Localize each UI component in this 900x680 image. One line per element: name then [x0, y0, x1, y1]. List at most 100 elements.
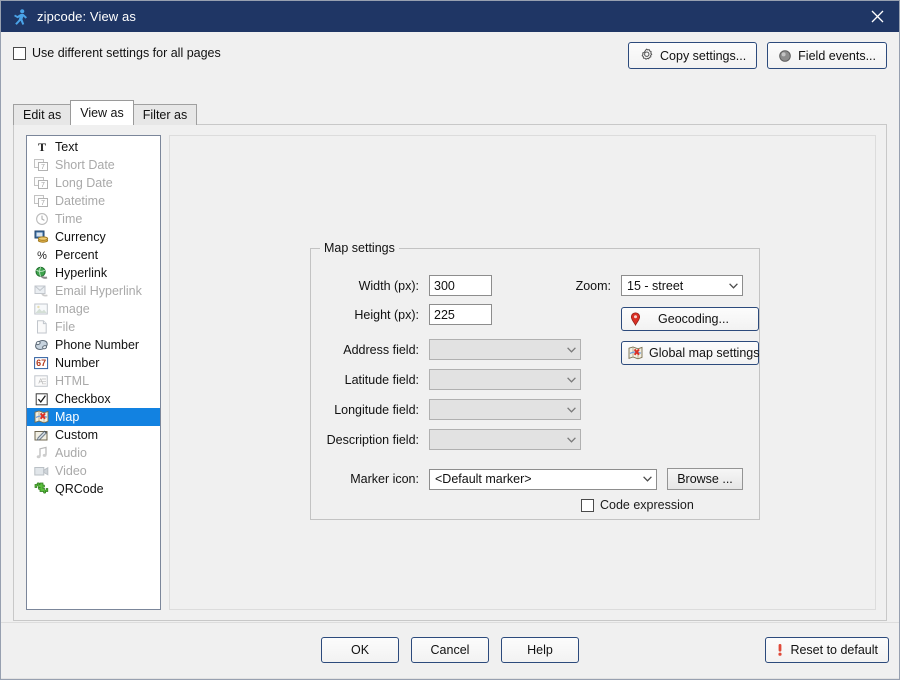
list-item-currency[interactable]: Currency [27, 228, 160, 246]
tab-filter-as[interactable]: Filter as [132, 104, 198, 125]
list-item-label: Map [55, 410, 80, 424]
text-icon: T [33, 139, 50, 155]
code-expression-checkbox[interactable] [581, 498, 594, 512]
reset-to-default-label: Reset to default [790, 643, 878, 657]
list-item-label: HTML [55, 374, 90, 388]
browse-button[interactable]: Browse ... [667, 468, 743, 490]
list-item-hyperlink[interactable]: Hyperlink [27, 264, 160, 282]
close-button[interactable] [855, 1, 899, 32]
address-field-combo[interactable] [429, 339, 581, 360]
exclamation-icon [776, 643, 784, 657]
list-item-phone-number[interactable]: Phone Number [27, 336, 160, 354]
list-item-label: Text [55, 140, 78, 154]
list-item-label: Hyperlink [55, 266, 108, 280]
file-icon [33, 319, 50, 335]
qrcode-icon [33, 481, 50, 497]
zoom-combo[interactable]: 15 - street [621, 275, 743, 296]
list-item-label: Long Date [55, 176, 113, 190]
description-field-label: Description field: [326, 432, 419, 447]
latitude-field-row: Latitude field: [321, 369, 581, 390]
chevron-down-icon [638, 476, 656, 482]
svg-text:67: 67 [36, 358, 46, 368]
globe-icon [33, 265, 50, 281]
field-events-button[interactable]: Field events... [767, 42, 887, 69]
use-different-settings-label: Use different settings for all pages [32, 46, 221, 60]
view-as-panel: T Text 7 Short Date 7 Long Date 7 Dateti… [13, 124, 887, 621]
date-icon: 7 [33, 157, 50, 173]
copy-settings-button[interactable]: Copy settings... [628, 42, 758, 69]
list-item-percent[interactable]: % Percent [27, 246, 160, 264]
marker-icon-combo[interactable]: <Default marker> [429, 468, 657, 490]
marker-icon-row: Marker icon: <Default marker> Browse ... [321, 468, 743, 490]
description-field-row: Description field: [321, 429, 581, 450]
list-item-email-hyperlink[interactable]: Email Hyperlink [27, 282, 160, 300]
height-row: Height (px): [321, 304, 492, 325]
help-button[interactable]: Help [501, 637, 579, 663]
list-item-html[interactable]: A HTML [27, 372, 160, 390]
list-item-label: Video [55, 464, 87, 478]
latitude-field-combo[interactable] [429, 369, 581, 390]
description-field-combo[interactable] [429, 429, 581, 450]
list-item-checkbox[interactable]: Checkbox [27, 390, 160, 408]
window-title: zipcode: View as [37, 9, 136, 24]
svg-text:7: 7 [41, 164, 45, 171]
event-sphere-icon [778, 49, 792, 63]
list-item-long-date[interactable]: 7 Long Date [27, 174, 160, 192]
code-expression-row[interactable]: Code expression [581, 498, 694, 512]
chevron-down-icon [562, 346, 580, 353]
list-item-datetime[interactable]: 7 Datetime [27, 192, 160, 210]
geocoding-button[interactable]: Geocoding... [621, 307, 759, 331]
image-icon [33, 301, 50, 317]
svg-text:T: T [37, 140, 45, 154]
list-item-label: Image [55, 302, 90, 316]
svg-text:%: % [37, 250, 47, 262]
list-item-map[interactable]: Map [27, 408, 160, 426]
runner-icon [14, 8, 27, 25]
dialog-content: Use different settings for all pages Cop… [1, 32, 899, 679]
reset-to-default-button[interactable]: Reset to default [765, 637, 889, 663]
list-item-time[interactable]: Time [27, 210, 160, 228]
tab-bar: Edit as View as Filter as [13, 100, 198, 125]
list-item-qrcode[interactable]: QRCode [27, 480, 160, 498]
tab-view-as[interactable]: View as [70, 100, 134, 125]
phone-icon [33, 337, 50, 353]
global-map-settings-button[interactable]: Global map settings [621, 341, 759, 365]
list-item-video[interactable]: Video [27, 462, 160, 480]
height-input[interactable] [429, 304, 492, 325]
list-item-label: Short Date [55, 158, 115, 172]
list-item-label: Time [55, 212, 83, 226]
latitude-field-label: Latitude field: [344, 372, 419, 387]
list-item-custom[interactable]: Custom [27, 426, 160, 444]
html-icon: A [33, 373, 50, 389]
chevron-down-icon [562, 406, 580, 413]
list-item-short-date[interactable]: 7 Short Date [27, 156, 160, 174]
chevron-down-icon [562, 376, 580, 383]
chevron-down-icon [562, 436, 580, 443]
list-item-image[interactable]: Image [27, 300, 160, 318]
width-input[interactable] [429, 275, 492, 296]
longitude-field-combo[interactable] [429, 399, 581, 420]
footer-divider [1, 678, 899, 679]
display-type-list[interactable]: T Text 7 Short Date 7 Long Date 7 Dateti… [26, 135, 161, 610]
list-item-text[interactable]: T Text [27, 138, 160, 156]
list-item-label: Percent [55, 248, 99, 262]
chevron-down-icon [724, 282, 742, 289]
marker-icon-value: <Default marker> [435, 472, 532, 486]
marker-icon-label: Marker icon: [350, 472, 419, 486]
use-different-settings-checkbox[interactable] [13, 46, 26, 60]
video-icon [33, 463, 50, 479]
list-item-audio[interactable]: Audio [27, 444, 160, 462]
use-different-settings-row[interactable]: Use different settings for all pages [13, 46, 221, 60]
svg-text:7: 7 [41, 200, 45, 207]
email-icon [33, 283, 50, 299]
list-item-label: Audio [55, 446, 87, 460]
list-item-number[interactable]: 67 Number [27, 354, 160, 372]
tab-edit-as[interactable]: Edit as [13, 104, 72, 125]
ok-button[interactable]: OK [321, 637, 399, 663]
top-button-group: Copy settings... Field events... [628, 42, 887, 69]
list-item-file[interactable]: File [27, 318, 160, 336]
cancel-button[interactable]: Cancel [411, 637, 489, 663]
map-icon [33, 409, 50, 425]
width-row: Width (px): [321, 275, 492, 296]
address-field-row: Address field: [321, 339, 581, 360]
